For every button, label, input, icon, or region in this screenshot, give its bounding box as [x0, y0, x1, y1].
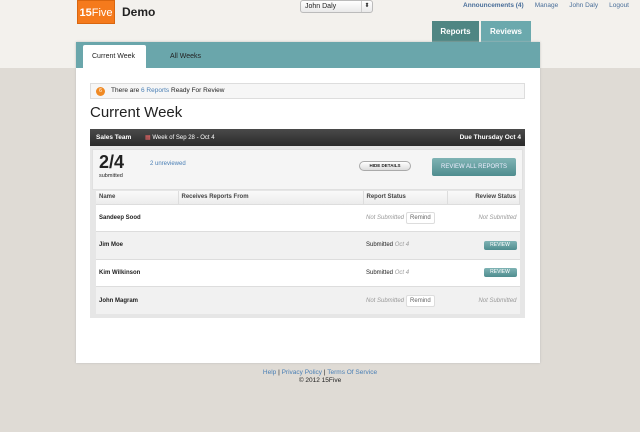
tab-reviews[interactable]: Reviews	[481, 21, 531, 42]
privacy-link[interactable]: Privacy Policy	[282, 369, 322, 376]
table-row: Sandeep Sood Not Submitted Remind Not Sub…	[96, 203, 520, 232]
submitted-label: submitted	[99, 173, 123, 179]
logout-link[interactable]: Logout	[609, 2, 629, 9]
announcements-link[interactable]: Announcements (4)	[463, 2, 524, 9]
table-row: Jim Moe Submitted Oct 4 REVIEW	[96, 231, 520, 259]
tab-reports[interactable]: Reports	[432, 21, 479, 42]
unreviewed-link[interactable]: 2 unreviewed	[150, 161, 186, 167]
col-name: Name	[96, 191, 179, 204]
subtab-bar: Current Week All Weeks	[76, 42, 540, 68]
hide-details-button[interactable]: HIDE DETAILS	[359, 161, 411, 171]
help-link[interactable]: Help	[263, 369, 276, 376]
user-select[interactable]: John Daly ⬍	[300, 0, 373, 13]
page-title: Current Week	[90, 104, 183, 121]
review-button[interactable]: REVIEW	[483, 268, 517, 278]
copyright: © 2012 15Five	[298, 377, 342, 384]
table-header: Name Receives Reports From Report Status…	[96, 191, 520, 204]
logo[interactable]: 15Five	[77, 0, 115, 24]
review-all-button[interactable]: REVIEW ALL REPORTS	[432, 158, 516, 176]
app-name: Demo	[122, 5, 156, 19]
col-report-status: Report Status	[363, 191, 448, 204]
reports-link[interactable]: 6 Reports	[141, 87, 169, 94]
due-date: Due Thursday Oct 4	[459, 134, 521, 141]
subtab-all-weeks[interactable]: All Weeks	[161, 45, 210, 68]
submitted-count: 2/4	[99, 152, 125, 172]
footer: Help | Privacy Policy | Terms Of Service…	[0, 369, 640, 385]
reports-table: Name Receives Reports From Report Status…	[96, 191, 520, 314]
review-notice: 6 There are 6 Reports Ready For Review	[90, 83, 525, 99]
table-row: John Magram Not Submitted Remind Not Subm…	[96, 286, 520, 314]
col-review-status: Review Status	[447, 191, 520, 204]
summary-box: 2/4 submitted 2 unreviewed HIDE DETAILS …	[92, 149, 523, 190]
main-panel: Current Week All Weeks 6 There are 6 Rep…	[76, 42, 540, 363]
profile-link[interactable]: John Daly	[569, 2, 598, 9]
remind-button[interactable]: Remind	[406, 211, 435, 224]
top-links: Announcements (4) Manage John Daly Logou…	[463, 2, 629, 9]
terms-link[interactable]: Terms Of Service	[327, 369, 377, 376]
team-header: Sales Team ▦ Week of Sep 28 - Oct 4 Due …	[90, 129, 525, 146]
week-range: Week of Sep 28 - Oct 4	[152, 135, 215, 141]
team-name: Sales Team	[96, 134, 132, 141]
calendar-icon: ▦	[144, 135, 151, 141]
review-button[interactable]: REVIEW	[483, 240, 517, 250]
manage-link[interactable]: Manage	[535, 2, 559, 9]
col-receives: Receives Reports From	[178, 191, 364, 204]
count-badge: 6	[96, 87, 105, 96]
remind-button[interactable]: Remind	[406, 294, 435, 307]
subtab-current-week[interactable]: Current Week	[83, 45, 146, 68]
team-card: Sales Team ▦ Week of Sep 28 - Oct 4 Due …	[90, 129, 525, 318]
select-arrows-icon: ⬍	[361, 1, 372, 12]
table-row: Kim Wilkinson Submitted Oct 4 REVIEW	[96, 258, 520, 287]
